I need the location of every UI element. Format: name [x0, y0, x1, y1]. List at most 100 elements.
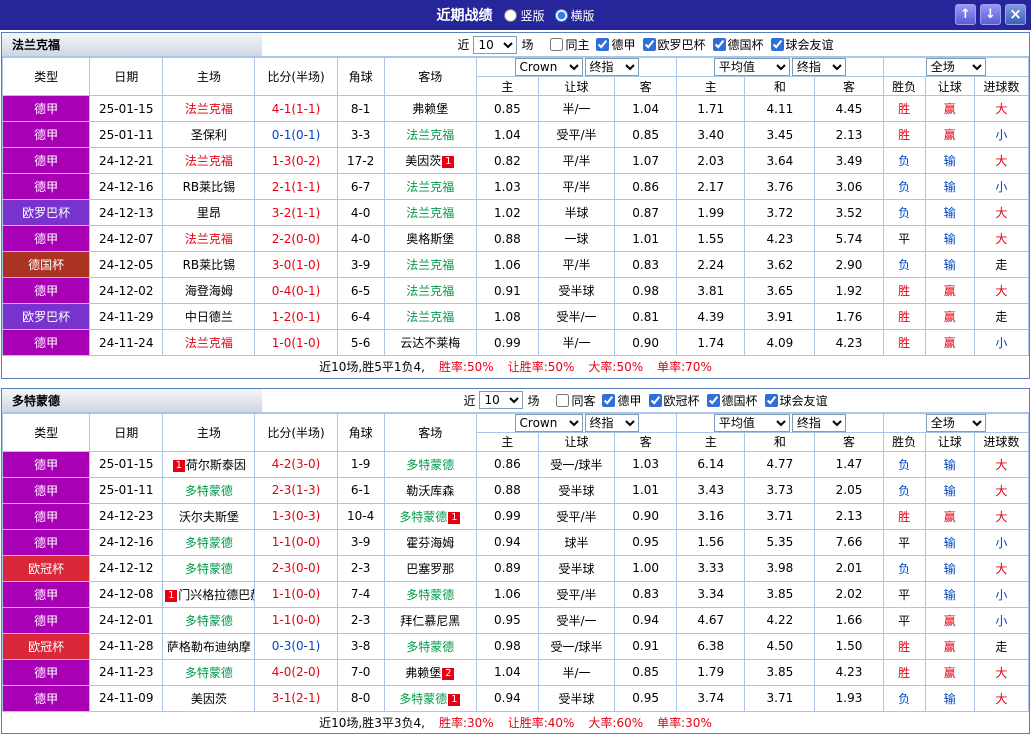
- euro-home-odds: 4.67: [677, 607, 745, 633]
- corners-cell: 6-7: [337, 174, 384, 200]
- euro-draw-odds: 3.65: [745, 278, 815, 304]
- handicap-result-cell: 赢: [925, 278, 974, 304]
- asian-away-odds: 1.01: [615, 226, 677, 252]
- checkbox-input[interactable]: [643, 38, 656, 51]
- asian-handicap: 受一/球半: [538, 451, 614, 477]
- filter-checkbox[interactable]: 德国杯: [713, 36, 764, 53]
- filter-checkbox[interactable]: 德甲: [596, 36, 635, 53]
- horizontal-radio[interactable]: [555, 9, 568, 22]
- column-header: 类型: [3, 58, 90, 96]
- score-cell: 3-1(2-1): [255, 685, 337, 711]
- euro-home-odds: 3.33: [677, 555, 745, 581]
- checkbox-input[interactable]: [713, 38, 726, 51]
- filter-checkbox[interactable]: 德甲: [602, 392, 641, 409]
- home-team-cell: 法兰克福: [163, 96, 255, 122]
- league-cell: 德甲: [3, 529, 90, 555]
- checkbox-input[interactable]: [649, 394, 662, 407]
- filter-checkbox[interactable]: 同主: [550, 36, 589, 53]
- checkbox-input[interactable]: [556, 394, 569, 407]
- away-team-name: 法兰克福: [406, 310, 454, 324]
- checkbox-input[interactable]: [596, 38, 609, 51]
- scope-select[interactable]: 全场: [926, 414, 986, 432]
- goals-result-cell: 大: [974, 148, 1028, 174]
- filter-checkbox[interactable]: 同客: [556, 392, 595, 409]
- goals-result-cell: 小: [974, 174, 1028, 200]
- home-team-cell: 圣保利: [163, 122, 255, 148]
- filter-checkbox[interactable]: 德国杯: [707, 392, 758, 409]
- away-team-cell: 云达不莱梅: [384, 330, 476, 356]
- checkbox-input[interactable]: [602, 394, 615, 407]
- odds-stage-select[interactable]: 终指: [585, 58, 639, 76]
- asian-handicap: 平/半: [538, 148, 614, 174]
- odds-stage-select[interactable]: 终指: [585, 414, 639, 432]
- home-team-name: 里昂: [197, 206, 221, 220]
- checkbox-input[interactable]: [550, 38, 563, 51]
- checkbox-input[interactable]: [765, 394, 778, 407]
- match-row: 德甲24-12-16多特蒙德1-1(0-0)3-9霍芬海姆0.94球半0.951…: [3, 529, 1029, 555]
- asian-handicap: 受半球: [538, 477, 614, 503]
- average-stage-select[interactable]: 终指: [792, 414, 846, 432]
- result-cell: 胜: [883, 278, 925, 304]
- result-cell: 胜: [883, 503, 925, 529]
- recent-count-select[interactable]: 10: [479, 391, 523, 409]
- asian-home-odds: 0.82: [476, 148, 538, 174]
- move-up-button[interactable]: ↑: [955, 4, 976, 25]
- score-cell: 2-2(0-0): [255, 226, 337, 252]
- home-team-cell: 1门兴格拉德巴赫: [163, 581, 255, 607]
- goals-result-cell: 小: [974, 330, 1028, 356]
- column-header: 日期: [90, 413, 163, 451]
- filter-checkbox[interactable]: 球会友谊: [771, 36, 834, 53]
- corners-cell: 7-0: [337, 659, 384, 685]
- filter-checkbox[interactable]: 欧冠杯: [649, 392, 700, 409]
- score-cell: 1-1(0-0): [255, 529, 337, 555]
- away-team-name: 法兰克福: [406, 128, 454, 142]
- asian-away-odds: 1.07: [615, 148, 677, 174]
- column-header: 进球数: [974, 432, 1028, 451]
- away-team-cell: 勒沃库森: [384, 477, 476, 503]
- column-header: 类型: [3, 413, 90, 451]
- average-select[interactable]: 平均值: [714, 58, 790, 76]
- vertical-radio[interactable]: [504, 9, 517, 22]
- checkbox-input[interactable]: [771, 38, 784, 51]
- view-option-vertical[interactable]: 竖版: [504, 7, 544, 24]
- euro-draw-odds: 4.23: [745, 226, 815, 252]
- score-cell: 0-4(0-1): [255, 278, 337, 304]
- home-team-cell: 沃尔夫斯堡: [163, 503, 255, 529]
- close-button[interactable]: ×: [1005, 4, 1026, 25]
- asian-handicap: 受半/一: [538, 304, 614, 330]
- average-select[interactable]: 平均值: [714, 414, 790, 432]
- recent-count-select[interactable]: 10: [473, 36, 517, 54]
- view-option-horizontal[interactable]: 横版: [555, 7, 595, 24]
- league-cell: 德甲: [3, 278, 90, 304]
- filter-checkbox[interactable]: 球会友谊: [765, 392, 828, 409]
- asian-home-odds: 0.91: [476, 278, 538, 304]
- euro-away-odds: 1.66: [815, 607, 883, 633]
- score-cell: 0-3(0-1): [255, 633, 337, 659]
- average-stage-select[interactable]: 终指: [792, 58, 846, 76]
- bookmaker-select[interactable]: Crown: [515, 414, 583, 432]
- summary-stat: 让胜率:40%: [508, 716, 575, 730]
- euro-home-odds: 3.34: [677, 581, 745, 607]
- asian-handicap: 半/一: [538, 96, 614, 122]
- handicap-result-cell: 输: [925, 451, 974, 477]
- away-team-cell: 法兰克福: [384, 200, 476, 226]
- move-down-button[interactable]: ↓: [980, 4, 1001, 25]
- filter-checkbox[interactable]: 欧罗巴杯: [643, 36, 706, 53]
- home-team-cell: 美因茨: [163, 685, 255, 711]
- asian-away-odds: 0.87: [615, 200, 677, 226]
- home-team-name: 多特蒙德: [185, 666, 233, 680]
- column-header: 客场: [384, 413, 476, 451]
- goals-result-cell: 走: [974, 252, 1028, 278]
- home-team-name: 沃尔夫斯堡: [179, 510, 239, 524]
- bookmaker-select[interactable]: Crown: [515, 58, 583, 76]
- date-cell: 24-12-21: [90, 148, 163, 174]
- asian-home-odds: 0.88: [476, 477, 538, 503]
- asian-handicap: 受平/半: [538, 503, 614, 529]
- checkbox-input[interactable]: [707, 394, 720, 407]
- goals-result-cell: 大: [974, 685, 1028, 711]
- score-cell: 1-3(0-3): [255, 503, 337, 529]
- column-header: 客: [815, 77, 883, 96]
- scope-select[interactable]: 全场: [926, 58, 986, 76]
- euro-draw-odds: 4.77: [745, 451, 815, 477]
- away-team-cell: 多特蒙德: [384, 581, 476, 607]
